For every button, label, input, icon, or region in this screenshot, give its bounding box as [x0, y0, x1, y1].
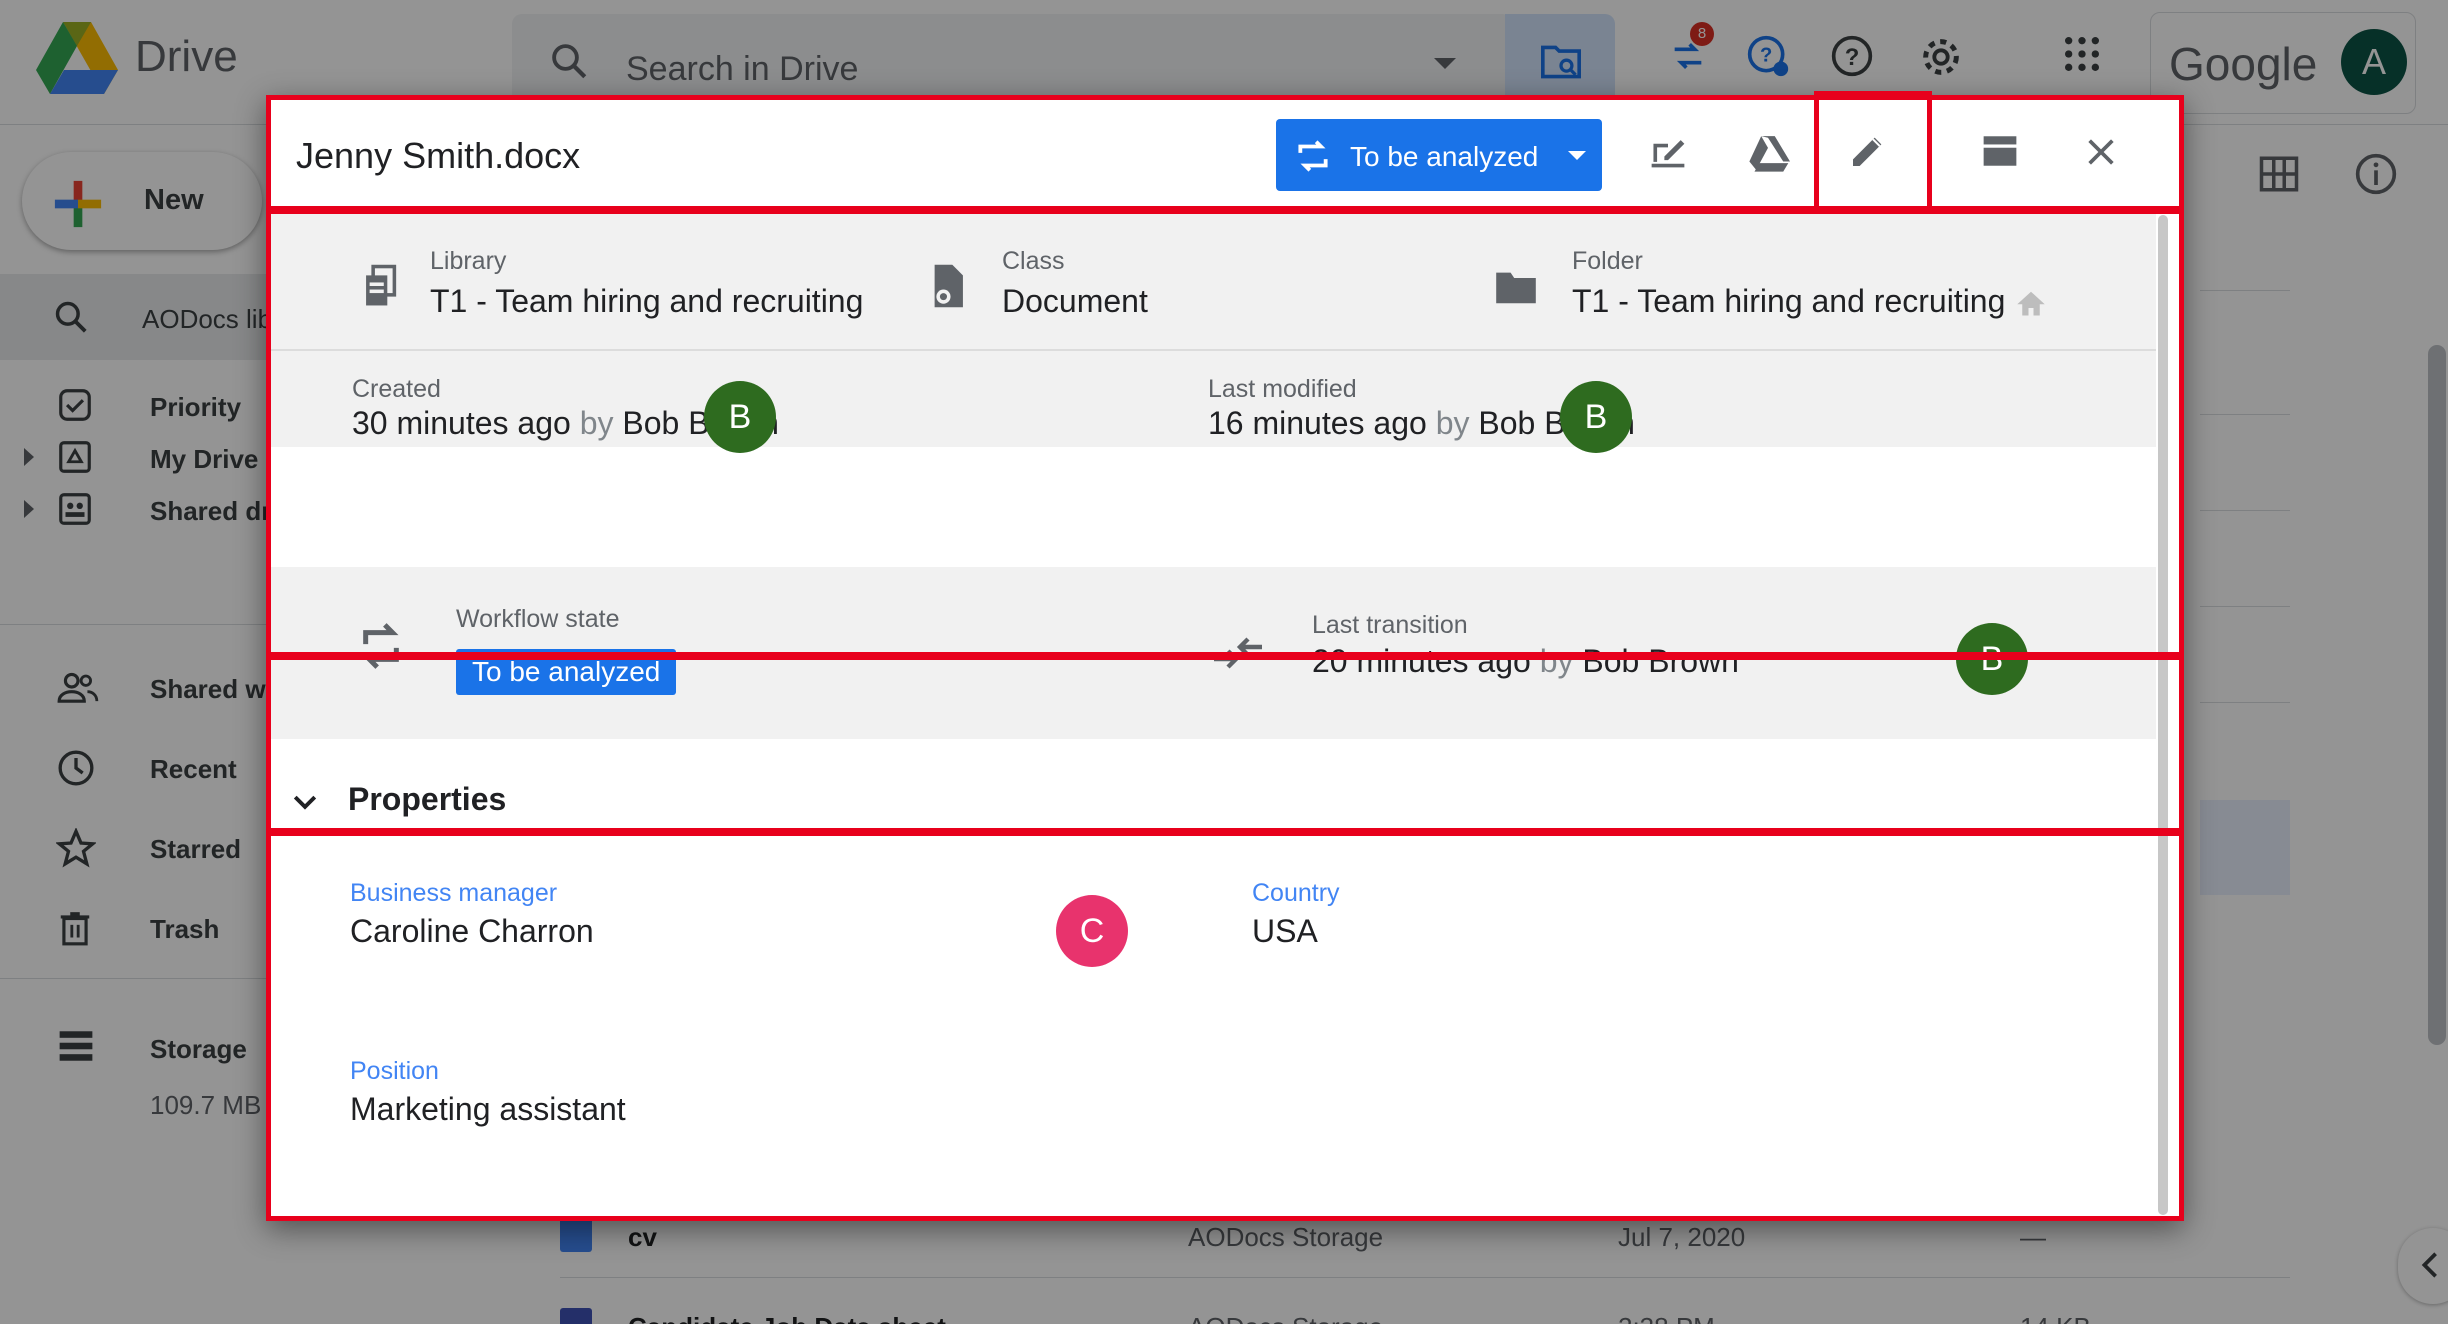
avatar: B	[1560, 381, 1632, 453]
folder-value[interactable]: T1 - Team hiring and recruiting	[1572, 283, 2005, 320]
business-manager-label: Business manager	[350, 879, 558, 907]
last-modified-label: Last modified	[1208, 375, 1357, 403]
workflow-section: Workflow state To be analyzed Last trans…	[266, 567, 2156, 739]
library-icon	[366, 264, 397, 306]
position-label: Position	[350, 1057, 439, 1085]
class-value: Document	[1002, 283, 1148, 319]
properties-title[interactable]: Properties	[348, 781, 506, 818]
document-title: Jenny Smith.docx	[296, 135, 581, 176]
close-icon[interactable]	[2084, 135, 2118, 169]
last-transition-label: Last transition	[1312, 611, 1468, 639]
document-class-icon	[934, 264, 963, 308]
transition-arrows-icon	[1214, 637, 1262, 669]
folder-label: Folder	[1572, 247, 1643, 275]
created-label: Created	[352, 375, 441, 403]
workflow-icon	[1298, 140, 1328, 172]
dialog-header: Jenny Smith.docx To be analyzed	[266, 95, 2184, 209]
home-icon	[2017, 291, 2045, 316]
dates-row: Created 30 minutes ago by Bob Brown B La…	[266, 349, 2156, 453]
workflow-state-label: Workflow state	[456, 605, 620, 633]
document-details-dialog: Jenny Smith.docx To be analyzed Library …	[266, 91, 2184, 1221]
workflow-status-label: To be analyzed	[1350, 141, 1539, 172]
edit-in-word-icon[interactable]	[1646, 131, 1690, 171]
library-value: T1 - Team hiring and recruiting	[430, 283, 864, 319]
avatar: B	[1956, 623, 2028, 695]
position-value: Marketing assistant	[350, 1091, 626, 1127]
google-drive-icon[interactable]	[1746, 133, 1790, 173]
avatar: B	[704, 381, 776, 453]
workflow-status-button[interactable]: To be analyzed	[1276, 119, 1602, 191]
dialog-scrollbar[interactable]	[2158, 215, 2170, 1221]
workflow-icon	[363, 623, 399, 669]
country-label: Country	[1252, 879, 1340, 907]
library-label: Library	[430, 247, 507, 275]
pencil-icon[interactable]	[1848, 131, 1888, 171]
country-value: USA	[1252, 913, 1318, 949]
properties-section: Properties Business manager Caroline Cha…	[266, 745, 2156, 1221]
chevron-down-icon[interactable]	[292, 793, 318, 811]
archive-icon[interactable]	[1980, 133, 2020, 169]
avatar: C	[1056, 895, 1128, 967]
chevron-down-icon	[1568, 151, 1586, 160]
dialog-scrollbar-thumb[interactable]	[2158, 215, 2168, 1215]
business-manager-value: Caroline Charron	[350, 913, 594, 949]
folder-icon	[1496, 272, 1536, 304]
class-label: Class	[1002, 247, 1065, 275]
workflow-state-chip: To be analyzed	[456, 649, 677, 695]
folder-path: T1 - Team hiring and recruiting	[1572, 283, 2006, 319]
last-transition-value: 20 minutes ago by Bob Brown	[1312, 643, 1739, 679]
